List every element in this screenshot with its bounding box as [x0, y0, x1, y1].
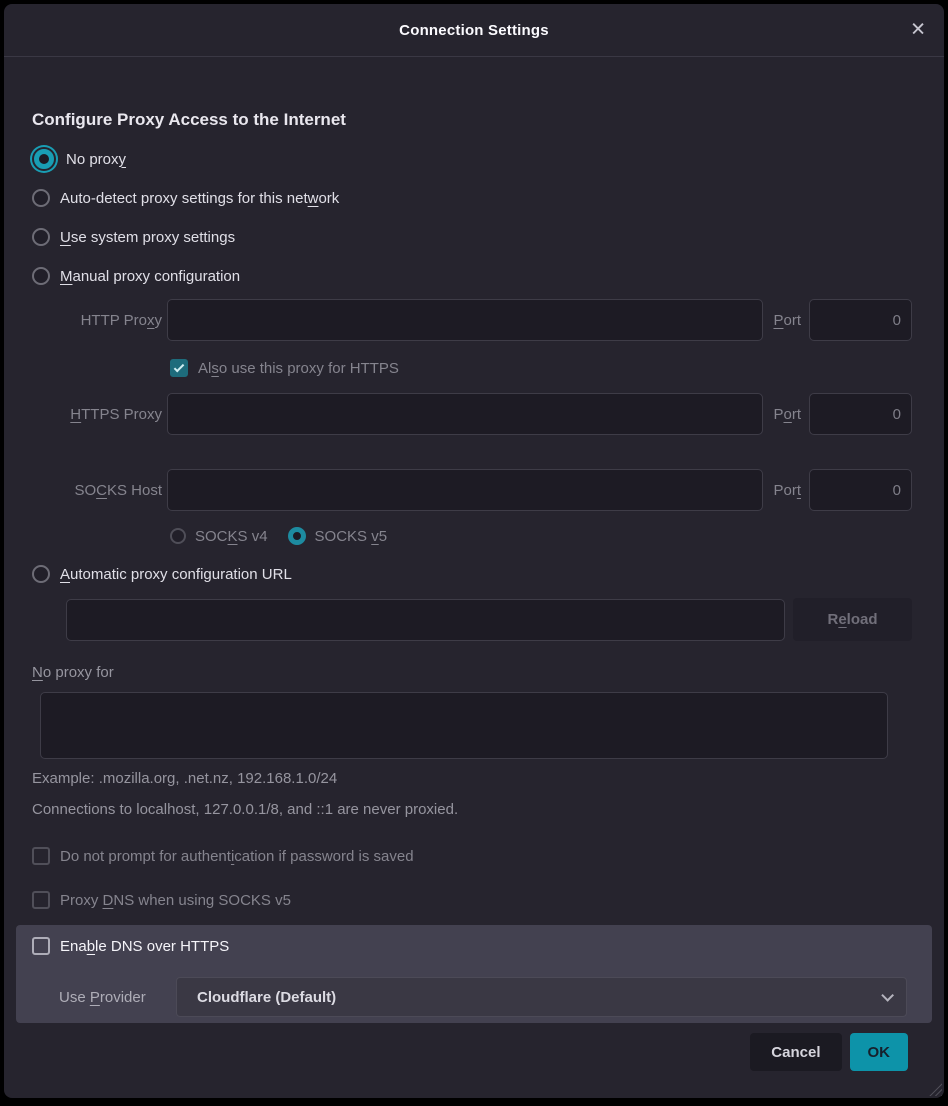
enable-doh-checkbox[interactable]	[32, 937, 50, 955]
socks-host-label: SOCKS Host	[32, 482, 167, 499]
http-port-input[interactable]	[809, 299, 912, 341]
close-icon[interactable]: ✕	[910, 21, 926, 40]
footer: Cancel OK	[4, 1033, 908, 1071]
proxy-dns-row[interactable]: Proxy DNS when using SOCKS v5	[32, 891, 944, 909]
no-prompt-auth-label: Do not prompt for authentication if pass…	[60, 848, 414, 865]
provider-row: Use Provider Cloudflare (Default)	[16, 977, 932, 1017]
reload-button[interactable]: Reload	[793, 598, 912, 641]
use-system-label: Use system proxy settings	[60, 229, 235, 246]
socks-v5-radio[interactable]	[288, 527, 306, 545]
radio-row-auto-url[interactable]: Automatic proxy configuration URL	[32, 562, 944, 586]
use-system-radio[interactable]	[32, 228, 50, 246]
socks-v4-radio[interactable]	[170, 528, 186, 544]
auto-detect-label: Auto-detect proxy settings for this netw…	[60, 190, 339, 207]
no-proxy-for-row: No proxy for	[32, 662, 944, 682]
auto-detect-radio[interactable]	[32, 189, 50, 207]
no-proxy-for-textarea[interactable]	[40, 692, 888, 759]
http-port-label: Port	[773, 312, 801, 329]
http-proxy-input[interactable]	[167, 299, 763, 341]
no-proxy-label: No proxy	[66, 151, 126, 168]
provider-dropdown-value: Cloudflare (Default)	[197, 989, 881, 1006]
cancel-button[interactable]: Cancel	[750, 1033, 841, 1071]
auto-url-label: Automatic proxy configuration URL	[60, 566, 292, 583]
dns-over-https-section: Enable DNS over HTTPS Use Provider Cloud…	[16, 925, 932, 1023]
https-proxy-label: HTTPS Proxy	[32, 406, 167, 423]
socks-v4-option[interactable]: SOCKS v4	[170, 528, 268, 545]
socks-host-row: SOCKS Host Port	[32, 469, 912, 511]
localhost-note: Connections to localhost, 127.0.0.1/8, a…	[32, 801, 944, 818]
auto-url-input-row: Reload	[66, 598, 912, 641]
also-https-row[interactable]: Also use this proxy for HTTPS	[170, 359, 944, 377]
resize-grip[interactable]	[925, 1079, 942, 1096]
no-proxy-for-label: No proxy for	[32, 664, 114, 681]
radio-row-auto-detect[interactable]: Auto-detect proxy settings for this netw…	[32, 186, 944, 210]
socks-v5-option[interactable]: SOCKS v5	[288, 527, 388, 545]
check-icon	[174, 361, 185, 372]
radio-row-use-system[interactable]: Use system proxy settings	[32, 225, 944, 249]
https-proxy-input[interactable]	[167, 393, 763, 435]
enable-doh-label: Enable DNS over HTTPS	[60, 938, 229, 955]
https-proxy-row: HTTPS Proxy Port	[32, 393, 912, 435]
no-proxy-radio[interactable]	[34, 149, 54, 169]
use-provider-label: Use Provider	[59, 989, 176, 1006]
page-title: Configure Proxy Access to the Internet	[32, 109, 916, 131]
socks-version-row: SOCKS v4 SOCKS v5	[170, 526, 944, 546]
enable-doh-row[interactable]: Enable DNS over HTTPS	[16, 936, 932, 956]
proxy-dns-label: Proxy DNS when using SOCKS v5	[60, 892, 291, 909]
https-port-input[interactable]	[809, 393, 912, 435]
socks-host-input[interactable]	[167, 469, 763, 511]
dialog-title: Connection Settings	[399, 22, 549, 39]
ok-button[interactable]: OK	[850, 1033, 909, 1071]
manual-proxy-radio[interactable]	[32, 267, 50, 285]
auto-url-input[interactable]	[66, 599, 785, 641]
radio-row-no-proxy[interactable]: No proxy	[32, 147, 944, 171]
chevron-down-icon	[881, 989, 894, 1002]
proxy-dns-checkbox[interactable]	[32, 891, 50, 909]
example-text: Example: .mozilla.org, .net.nz, 192.168.…	[32, 770, 944, 787]
no-prompt-auth-row[interactable]: Do not prompt for authentication if pass…	[32, 847, 944, 865]
http-proxy-row: HTTP Proxy Port	[32, 299, 912, 341]
socks-v4-label: SOCKS v4	[195, 528, 268, 545]
titlebar: Connection Settings ✕	[4, 4, 944, 57]
also-https-checkbox[interactable]	[170, 359, 188, 377]
socks-port-label: Port	[773, 482, 801, 499]
https-port-label: Port	[773, 406, 801, 423]
http-proxy-label: HTTP Proxy	[32, 312, 167, 329]
manual-proxy-label: Manual proxy configuration	[60, 268, 240, 285]
socks-port-input[interactable]	[809, 469, 912, 511]
no-prompt-auth-checkbox[interactable]	[32, 847, 50, 865]
socks-v5-label: SOCKS v5	[315, 528, 388, 545]
radio-row-manual[interactable]: Manual proxy configuration	[32, 264, 944, 288]
provider-dropdown[interactable]: Cloudflare (Default)	[176, 977, 907, 1017]
also-https-label: Also use this proxy for HTTPS	[198, 360, 399, 377]
connection-settings-dialog: Connection Settings ✕ Configure Proxy Ac…	[4, 4, 944, 1098]
auto-url-radio[interactable]	[32, 565, 50, 583]
